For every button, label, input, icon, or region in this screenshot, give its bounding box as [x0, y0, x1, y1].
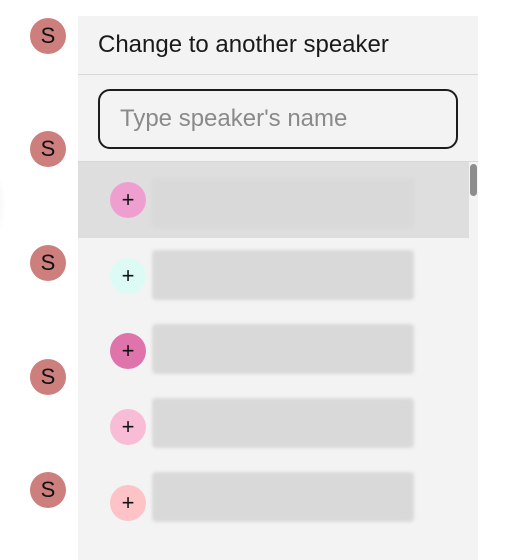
- speaker-name-redacted: [152, 250, 414, 300]
- speaker-avatar[interactable]: S: [30, 245, 66, 281]
- list-scrollbar[interactable]: [469, 162, 478, 560]
- search-container: [78, 75, 478, 162]
- speaker-avatar[interactable]: S: [30, 359, 66, 395]
- speaker-name-redacted: [152, 324, 414, 374]
- speaker-name-redacted: [152, 398, 414, 448]
- speaker-list: + + + + +: [78, 162, 478, 560]
- speaker-list-item[interactable]: +: [78, 390, 469, 466]
- edge-shadow: [0, 160, 6, 250]
- speaker-avatar[interactable]: S: [30, 18, 66, 54]
- plus-icon[interactable]: +: [110, 333, 146, 369]
- change-speaker-dropdown: Change to another speaker + + + + +: [78, 16, 478, 560]
- plus-icon[interactable]: +: [110, 409, 146, 445]
- speaker-name-redacted: [152, 472, 414, 522]
- speaker-panel-view: S S S S S Change to another speaker + + …: [0, 0, 514, 560]
- speaker-search-input[interactable]: [98, 89, 458, 149]
- plus-icon[interactable]: +: [110, 258, 146, 294]
- speaker-list-item[interactable]: +: [78, 162, 469, 238]
- speaker-avatar[interactable]: S: [30, 472, 66, 508]
- speaker-list-item[interactable]: +: [78, 314, 469, 390]
- plus-icon[interactable]: +: [110, 485, 146, 521]
- speaker-list-item[interactable]: +: [78, 466, 469, 542]
- scrollbar-thumb[interactable]: [470, 164, 477, 196]
- plus-icon[interactable]: +: [110, 182, 146, 218]
- speaker-name-redacted: [152, 178, 414, 228]
- dropdown-title: Change to another speaker: [78, 16, 478, 75]
- speaker-avatar[interactable]: S: [30, 131, 66, 167]
- speaker-list-item[interactable]: +: [78, 238, 469, 314]
